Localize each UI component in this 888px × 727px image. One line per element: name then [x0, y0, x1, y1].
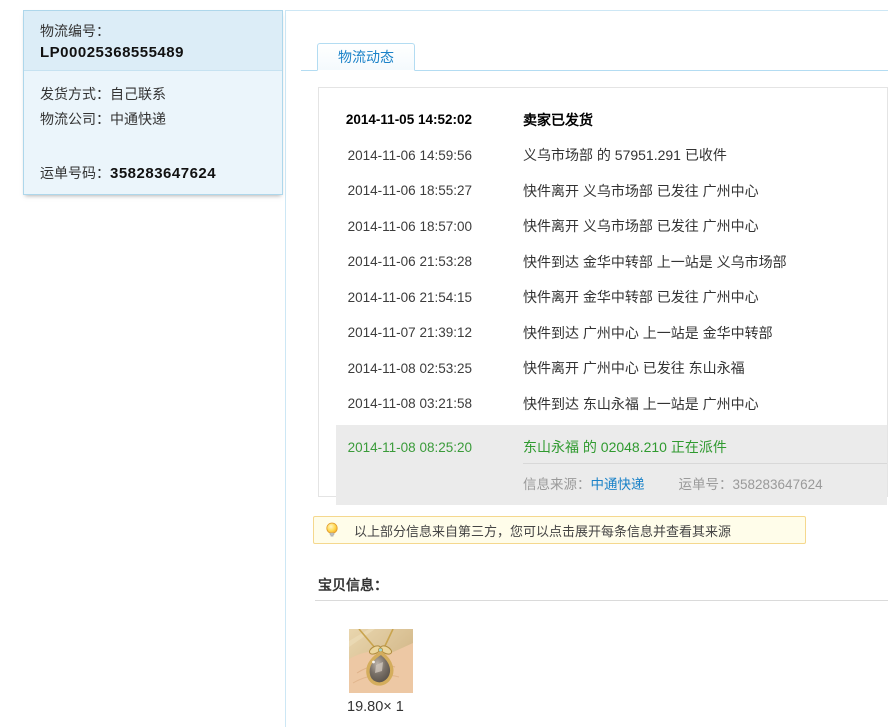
- item-info-divider: [315, 600, 888, 601]
- tab-logistics-updates[interactable]: 物流动态: [317, 43, 415, 71]
- tracking-row-current[interactable]: 2014-11-08 08:25:20 东山永福 的 02048.210 正在派…: [336, 424, 887, 505]
- event-text: 快件到达 广州中心 上一站是 金华中转部: [523, 324, 773, 341]
- current-event-row: 2014-11-08 08:25:20 东山永福 的 02048.210 正在派…: [336, 432, 887, 463]
- shipping-info-section: 发货方式：自己联系 物流公司：中通快递 运单号码：358283647624: [24, 71, 282, 194]
- logistics-company-label: 物流公司：: [40, 111, 110, 127]
- waybill-number-value: 358283647624: [110, 165, 217, 182]
- event-time: 2014-11-07 21:39:12: [347, 325, 472, 341]
- event-time: 2014-11-06 18:55:27: [347, 183, 472, 199]
- event-text: 快件到达 金华中转部 上一站是 义乌市场部: [523, 253, 787, 270]
- top-divider: [285, 10, 888, 11]
- tracking-event-list: 2014-11-05 14:52:02 卖家已发货 2014-11-06 14:59…: [319, 102, 887, 422]
- ship-method-value: 自己联系: [110, 86, 166, 102]
- column-divider: [285, 10, 286, 727]
- tracking-row[interactable]: 2014-11-06 18:55:27 快件离开 义乌市场部 已发往 广州中心: [319, 173, 887, 209]
- logistics-summary-panel: 物流编号： LP00025368555489 发货方式：自己联系 物流公司：中通…: [23, 10, 283, 195]
- item-price-qty: 19.80× 1: [347, 699, 404, 715]
- tracking-row[interactable]: 2014-11-06 21:53:28 快件到达 金华中转部 上一站是 义乌市场部: [319, 244, 887, 280]
- event-text: 快件离开 义乌市场部 已发往 广州中心: [523, 218, 759, 235]
- source-info-row: 信息来源：中通快递 运单号：358283647624: [523, 473, 887, 493]
- ship-method-row: 发货方式：自己联系: [40, 82, 266, 107]
- event-time: 2014-11-06 14:59:56: [347, 147, 472, 163]
- logistics-number-label: 物流编号：: [40, 23, 110, 39]
- tracking-row[interactable]: 2014-11-06 18:57:00 快件离开 义乌市场部 已发往 广州中心: [319, 209, 887, 245]
- item-info-heading: 宝贝信息：: [318, 577, 388, 593]
- event-time: 2014-11-08 03:21:58: [347, 396, 472, 412]
- event-time: 2014-11-08 02:53:25: [347, 360, 472, 376]
- tracking-timeline-box: 2014-11-05 14:52:02 卖家已发货 2014-11-06 14:59…: [318, 87, 888, 505]
- event-text: 快件到达 东山永福 上一站是 广州中心: [523, 395, 759, 412]
- tracking-row[interactable]: 2014-11-07 21:39:12 快件到达 广州中心 上一站是 金华中转部: [319, 315, 887, 351]
- tracking-row[interactable]: 2014-11-08 03:21:58 快件到达 东山永福 上一站是 广州中心: [319, 386, 887, 422]
- logistics-detail-page: 物流编号： LP00025368555489 发货方式：自己联系 物流公司：中通…: [0, 0, 888, 727]
- tracking-row[interactable]: 2014-11-06 21:54:15 快件离开 金华中转部 已发往 广州中心: [319, 280, 887, 316]
- tab-label: 物流动态: [338, 49, 394, 65]
- event-text: 快件离开 广州中心 已发往 东山永福: [523, 360, 745, 377]
- event-time: 2014-11-06 21:53:28: [347, 254, 472, 270]
- product-thumbnail[interactable]: [349, 629, 413, 693]
- logistics-number-value: LP00025368555489: [40, 44, 184, 61]
- logistics-number-section: 物流编号： LP00025368555489: [24, 11, 282, 71]
- event-text: 卖家已发货: [523, 111, 593, 128]
- tracking-row[interactable]: 2014-11-08 02:53:25 快件离开 广州中心 已发往 东山永福: [319, 351, 887, 387]
- ship-method-label: 发货方式：: [40, 86, 110, 102]
- event-time: 2014-11-05 14:52:02: [345, 112, 472, 128]
- notice-text: 以上部分信息来自第三方，您可以点击展开每条信息并查看其来源: [354, 523, 732, 539]
- waybill-number-label: 运单号码：: [40, 165, 110, 181]
- event-text: 义乌市场部 的 57951.291 已收件: [523, 147, 727, 164]
- waybill-number-row: 运单号码：358283647624: [40, 161, 266, 186]
- event-time: 2014-11-06 21:54:15: [347, 289, 472, 305]
- lightbulb-icon: [326, 522, 338, 537]
- source-waybill-value: 358283647624: [732, 476, 823, 492]
- logistics-company-row: 物流公司：中通快递: [40, 107, 266, 132]
- current-row-divider: [523, 462, 887, 464]
- third-party-notice: 以上部分信息来自第三方，您可以点击展开每条信息并查看其来源: [313, 516, 806, 544]
- event-text: 快件离开 义乌市场部 已发往 广州中心: [523, 182, 759, 199]
- event-text: 快件离开 金华中转部 已发往 广州中心: [523, 289, 759, 306]
- tracking-row[interactable]: 2014-11-06 14:59:56 义乌市场部 的 57951.291 已收件: [319, 138, 887, 174]
- event-text: 东山永福 的 02048.210 正在派件: [523, 439, 727, 455]
- source-label: 信息来源：: [523, 476, 591, 492]
- tracking-row[interactable]: 2014-11-05 14:52:02 卖家已发货: [319, 102, 887, 138]
- event-time: 2014-11-06 18:57:00: [347, 218, 472, 234]
- logistics-company-value: 中通快递: [110, 111, 166, 127]
- source-waybill-label: 运单号：: [678, 476, 733, 492]
- necklace-photo: [349, 629, 413, 693]
- event-time: 2014-11-08 08:25:20: [347, 439, 472, 455]
- carrier-link[interactable]: 中通快递: [591, 477, 645, 492]
